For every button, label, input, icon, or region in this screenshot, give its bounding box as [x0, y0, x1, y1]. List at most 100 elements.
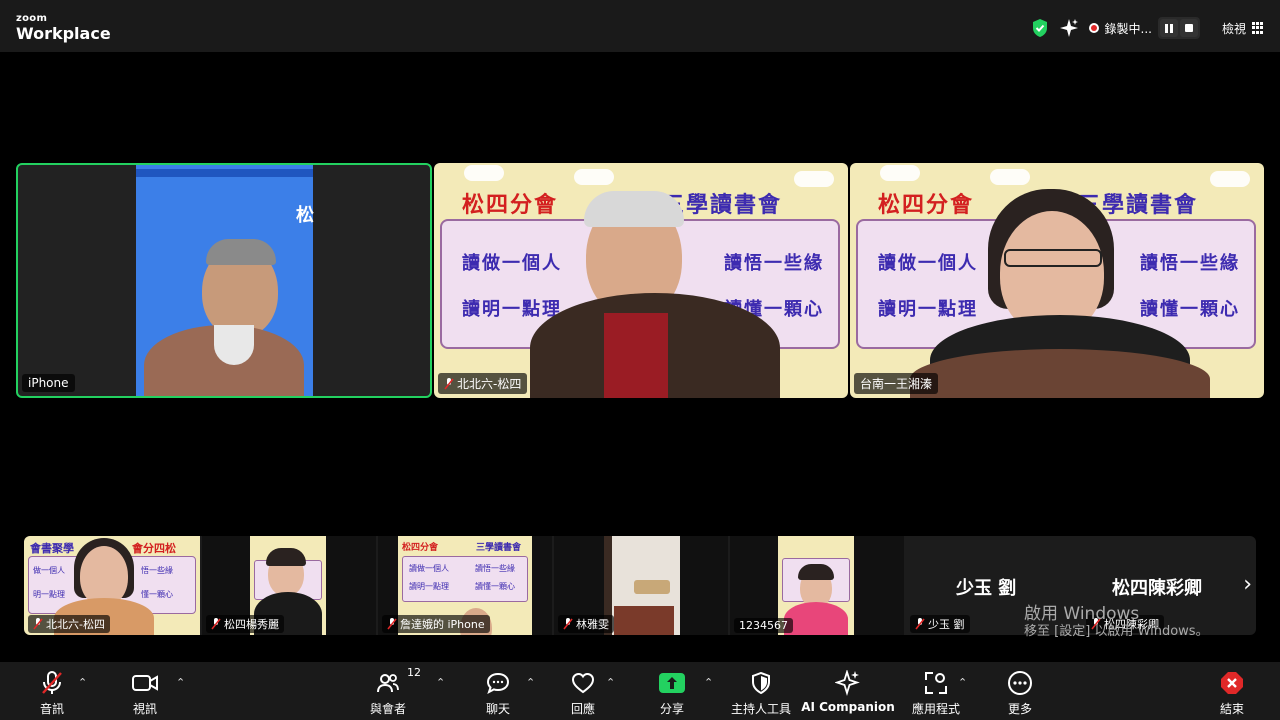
chat-options-chevron-icon[interactable]: ⌃ [526, 676, 535, 689]
mic-muted-icon [211, 618, 221, 630]
poster-background: 松四分會 三學讀書會 讀做一個人 讀悟一些緣 讀明一點理 讀懂一顆心 [850, 163, 1264, 398]
reactions-label: 回應 [570, 702, 595, 716]
reactions-options-chevron-icon[interactable]: ⌃ [606, 676, 615, 689]
audio-label: 音訊 [39, 702, 64, 716]
thumbnail-zhan-iphone[interactable]: 松四分會 三學讀書會 讀做一個人 讀明一點理 讀悟一些緣 讀懂一顆心 詹達娥的 … [378, 536, 552, 635]
participant-name-tag: 少玉 劉 [910, 615, 970, 633]
poster-line: 讀明一點理 [409, 582, 449, 591]
chat-bubble-icon [486, 670, 510, 696]
banner-text: 松 [296, 205, 314, 226]
top-bar: zoom Workplace 錄製中... 檢視 [0, 0, 1280, 52]
video-tile-beibei6[interactable]: 松四分會 三學讀書會 讀做一個人 讀悟一些緣 讀明一點理 讀懂一顆心 北北六-松… [434, 163, 848, 398]
poster-scroll: 讀做一個人 讀明一點理 讀悟一些緣 讀懂一顆心 [402, 556, 528, 602]
watermark-line2: 移至 [設定] 以啟用 Windows。 [1024, 624, 1209, 640]
participant-name: 詹達娥的 iPhone [400, 618, 485, 631]
ai-companion-label: AI Companion [801, 700, 895, 714]
apps-button[interactable]: 應用程式 [891, 670, 981, 717]
participant-name: 松四楊秀麗 [224, 618, 279, 631]
cloud [990, 169, 1030, 185]
top-right-controls: 錄製中... 檢視 [1031, 17, 1264, 39]
video-tile-tainan1[interactable]: 松四分會 三學讀書會 讀做一個人 讀悟一些緣 讀明一點理 讀懂一顆心 台南一王湘… [850, 163, 1264, 398]
poster-line: 讀做一個人 [462, 253, 562, 274]
more-dots-icon [1007, 670, 1033, 696]
participant-name: 北北六-松四 [457, 377, 522, 391]
apps-label: 應用程式 [911, 702, 960, 716]
poster-line: 讀明一點理 [462, 299, 562, 320]
share-screen-icon [659, 670, 685, 696]
video-camera-icon [132, 670, 158, 696]
participant-hair [266, 548, 306, 566]
stop-icon [1184, 24, 1193, 32]
thumbnail-lin[interactable]: 林雅雯 [554, 536, 728, 635]
participant-name-tag: iPhone [22, 374, 75, 392]
poster-title-left: 松四分會 [402, 543, 439, 553]
video-feed: 松 [136, 165, 314, 396]
poster-background: 松四分會 三學讀書會 讀做一個人 讀悟一些緣 讀明一點理 讀懂一顆心 [434, 163, 848, 398]
apps-icon [924, 670, 948, 696]
poster-line: 悟一些緣 [141, 566, 173, 575]
thumbnail-beibei6[interactable]: 會書聚學 會分四松 做一個人 明一點理 悟一些緣 懂一顆心 北北六-松四 [24, 536, 200, 635]
more-button[interactable]: 更多 [975, 670, 1065, 717]
poster-title-left: 松四分會 [878, 192, 975, 218]
recording-label: 錄製中... [1104, 21, 1152, 36]
cloud [880, 165, 920, 181]
poster-line: 讀明一點理 [878, 299, 978, 320]
participant-name-tag: 詹達娥的 iPhone [382, 615, 490, 633]
end-close-icon [1220, 670, 1244, 696]
grid-view-icon [1252, 22, 1264, 34]
participant-glasses [1004, 249, 1102, 267]
participant-name-tag: 台南一王湘溱 [854, 373, 939, 394]
participant-head [80, 546, 128, 606]
mic-muted-icon [41, 670, 63, 696]
participant-name-tag: 北北六-松四 [28, 615, 110, 633]
apps-options-chevron-icon[interactable]: ⌃ [958, 676, 967, 689]
participant-display-name: 松四陳彩卿 [1112, 578, 1202, 599]
mic-muted-icon [915, 618, 925, 630]
thumbnail-1234567[interactable]: 1234567 [730, 536, 904, 635]
participants-button[interactable]: 12 與會者 [343, 666, 433, 717]
participant-name: 台南一王湘溱 [860, 377, 933, 391]
participant-name-tag: 松四楊秀麗 [206, 615, 284, 633]
participant-hair [206, 239, 276, 265]
strip-next-chevron-icon[interactable]: › [1243, 572, 1252, 597]
mic-muted-icon [33, 618, 43, 630]
furniture [614, 606, 674, 635]
ai-sparkle-icon [835, 670, 861, 696]
cloud [1210, 171, 1250, 187]
participant-name: iPhone [28, 376, 69, 390]
cloud [464, 165, 504, 181]
pause-icon [1164, 23, 1173, 33]
ai-companion-button[interactable]: AI Companion [793, 670, 903, 714]
poster-line: 讀懂一顆心 [1140, 299, 1240, 320]
thumbnail-song4-yang[interactable]: 松四楊秀麗 [202, 536, 376, 635]
cloud [794, 171, 834, 187]
recording-controls [1157, 17, 1200, 39]
poster-title-left: 會書聚學 [30, 542, 74, 555]
end-meeting-button[interactable]: 結束 [1187, 670, 1277, 717]
video-options-chevron-icon[interactable]: ⌃ [176, 676, 185, 689]
poster-line: 懂一顆心 [141, 590, 173, 599]
participant-hair [798, 564, 834, 580]
participants-label: 與會者 [369, 702, 406, 716]
poster-line: 讀做一個人 [878, 253, 978, 274]
video-feed [604, 536, 680, 635]
video-tile-iphone[interactable]: 松 iPhone [16, 163, 432, 398]
participants-options-chevron-icon[interactable]: ⌃ [436, 676, 445, 689]
stop-recording-button[interactable] [1179, 19, 1198, 37]
encryption-shield-icon[interactable] [1031, 18, 1049, 38]
poster-line: 讀懂一顆心 [475, 582, 515, 591]
mic-muted-icon [444, 377, 454, 389]
pause-recording-button[interactable] [1159, 19, 1178, 37]
share-options-chevron-icon[interactable]: ⌃ [704, 676, 713, 689]
ai-sparkle-icon[interactable] [1059, 18, 1079, 38]
audio-options-chevron-icon[interactable]: ⌃ [78, 676, 87, 689]
participant-name: 少玉 劉 [928, 618, 965, 631]
video-label: 視訊 [132, 702, 157, 716]
participant-collar [214, 325, 254, 365]
meeting-toolbar: 音訊 ⌃ 視訊 ⌃ 12 與會者 ⌃ 聊天 ⌃ 回應 ⌃ 分享 ⌃ 主持人工具 … [0, 662, 1280, 720]
poster-line: 做一個人 [33, 566, 65, 575]
view-button[interactable]: 檢視 [1222, 20, 1264, 37]
participant-shirt [604, 313, 668, 398]
recording-indicator: 錄製中... [1088, 17, 1200, 39]
poster-title-left: 松四分會 [462, 192, 559, 218]
